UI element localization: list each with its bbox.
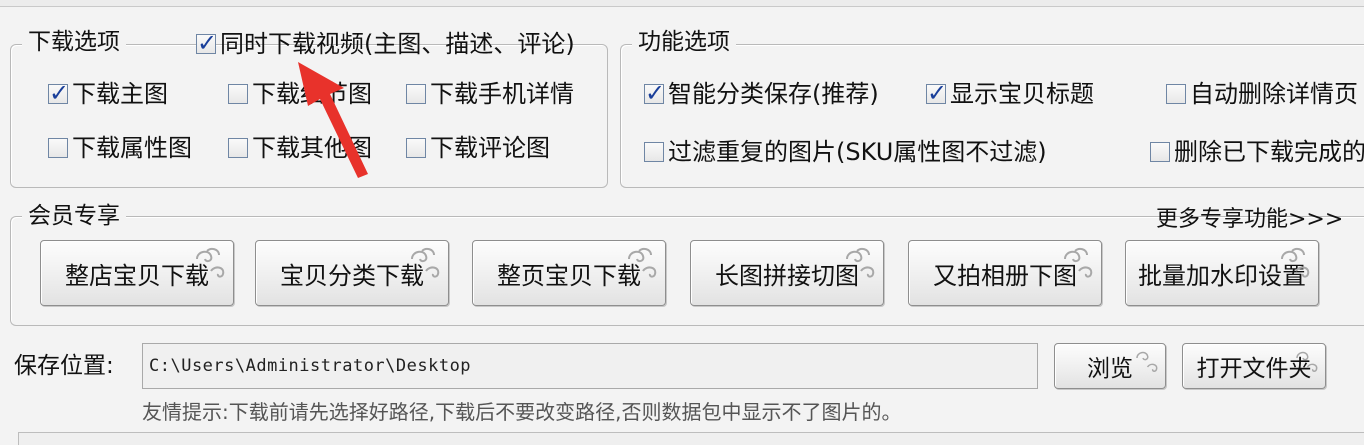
- open-folder-button[interactable]: 打开文件夹: [1182, 343, 1326, 389]
- button-label: 整店宝贝下载: [65, 261, 209, 290]
- download-options-title: 下载选项: [22, 27, 126, 57]
- checkbox-icon: [644, 79, 665, 107]
- swirl-ornament-icon: [1064, 247, 1093, 278]
- checkbox-label: 智能分类保存(推荐): [668, 80, 879, 108]
- button-label: 整页宝贝下载: [497, 261, 641, 290]
- swirl-ornament-icon: [628, 247, 657, 278]
- show-item-title-checkbox[interactable]: 显示宝贝标题: [926, 79, 1094, 109]
- checkbox-label: 自动删除详情页: [1190, 80, 1358, 108]
- checkbox-icon: [228, 84, 248, 104]
- checkbox-icon: [926, 79, 947, 107]
- filter-duplicate-images-checkbox[interactable]: 过滤重复的图片(SKU属性图不过滤): [644, 137, 1047, 167]
- friendly-tip-text: 友情提示:下载前请先选择好路径,下载后不要改变路径,否则数据包中显示不了图片的。: [142, 400, 902, 424]
- checkbox-label: 显示宝贝标题: [950, 80, 1094, 108]
- download-review-image-checkbox[interactable]: 下载评论图: [406, 133, 550, 163]
- checkbox-icon: [1150, 142, 1170, 162]
- browse-button[interactable]: 浏览: [1054, 343, 1166, 389]
- checkbox-icon: [406, 138, 426, 158]
- shop-items-download-button[interactable]: 整店宝贝下载: [40, 240, 234, 306]
- page-items-download-button[interactable]: 整页宝贝下载: [472, 240, 666, 306]
- swirl-ornament-icon: [196, 247, 225, 278]
- album-download-button[interactable]: 又拍相册下图: [908, 240, 1102, 306]
- checkbox-label: 过滤重复的图片(SKU属性图不过滤): [668, 138, 1047, 166]
- category-download-button[interactable]: 宝贝分类下载: [255, 240, 449, 306]
- button-label: 长图拼接切图: [715, 261, 859, 290]
- member-features-title: 会员专享: [22, 201, 126, 231]
- checkbox-label: 下载手机详情: [430, 80, 574, 108]
- checkbox-label: 删除已下载完成的: [1174, 138, 1364, 166]
- checkbox-icon: [196, 29, 217, 57]
- checkbox-icon: [48, 79, 69, 107]
- swirl-ornament-icon: [1136, 351, 1158, 372]
- bottom-panel-edge: [18, 432, 1364, 445]
- checkbox-icon: [1166, 84, 1186, 104]
- checkbox-icon: [406, 84, 426, 104]
- checkbox-label: 下载评论图: [430, 134, 550, 162]
- batch-watermark-button[interactable]: 批量加水印设置: [1125, 240, 1319, 306]
- button-label: 浏览: [1087, 356, 1133, 382]
- checkbox-icon: [644, 142, 664, 162]
- auto-delete-detail-checkbox[interactable]: 自动删除详情页: [1166, 79, 1358, 109]
- window-top-edge: [0, 0, 1364, 7]
- swirl-ornament-icon: [411, 247, 440, 278]
- more-features-link[interactable]: 更多专享功能>>>: [1156, 205, 1343, 235]
- function-options-title: 功能选项: [632, 27, 736, 57]
- checkbox-label: 下载属性图: [72, 134, 192, 162]
- download-mobile-detail-checkbox[interactable]: 下载手机详情: [406, 79, 574, 109]
- annotation-arrow-icon: [298, 62, 368, 178]
- button-label: 又拍相册下图: [933, 261, 1077, 290]
- checkbox-icon: [228, 138, 248, 158]
- button-label: 宝贝分类下载: [280, 261, 424, 290]
- smart-category-save-checkbox[interactable]: 智能分类保存(推荐): [644, 79, 879, 109]
- swirl-ornament-icon: [1281, 247, 1310, 278]
- save-path-field[interactable]: C:\Users\Administrator\Desktop: [142, 343, 1038, 389]
- long-image-stitch-button[interactable]: 长图拼接切图: [690, 240, 884, 306]
- download-video-label: 同时下载视频(主图、描述、评论): [220, 30, 575, 58]
- save-location-label: 保存位置:: [14, 353, 114, 379]
- download-video-checkbox[interactable]: 同时下载视频(主图、描述、评论): [196, 29, 575, 59]
- delete-completed-checkbox[interactable]: 删除已下载完成的: [1150, 137, 1364, 167]
- swirl-ornament-icon: [1296, 351, 1318, 372]
- checkbox-icon: [48, 138, 68, 158]
- checkbox-label: 下载主图: [72, 80, 168, 108]
- swirl-ornament-icon: [846, 247, 875, 278]
- download-main-image-checkbox[interactable]: 下载主图: [48, 79, 168, 109]
- download-attribute-image-checkbox[interactable]: 下载属性图: [48, 133, 192, 163]
